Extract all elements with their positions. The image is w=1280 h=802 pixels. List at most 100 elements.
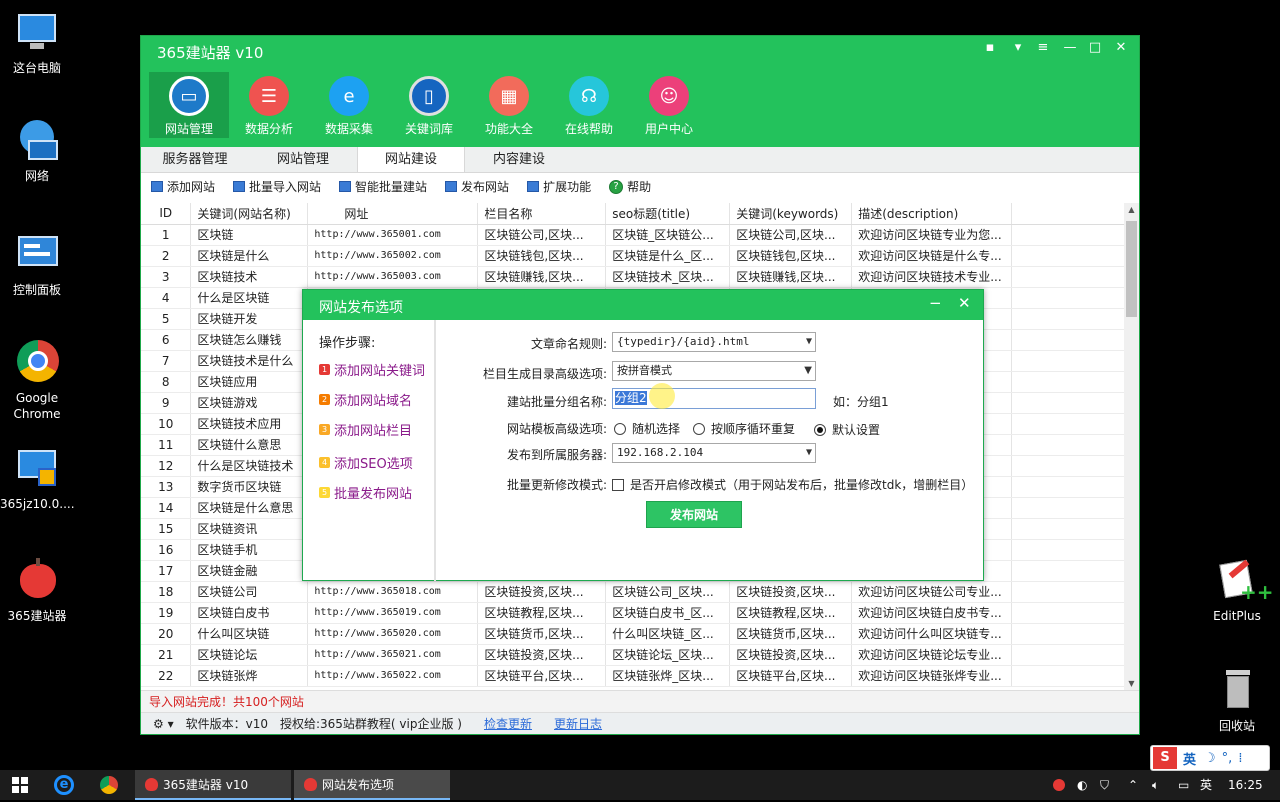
cell-id: 3 (141, 266, 192, 288)
dialog-close-icon[interactable]: ✕ (958, 294, 971, 312)
table-row[interactable]: 20 什么叫区块链 http://www.365020.com 区块链货币,区块...… (141, 623, 1125, 645)
extensions-button[interactable]: 扩展功能 (527, 178, 591, 195)
cell-keyword: 什么是区块链 (190, 287, 309, 309)
menu-dots-icon: ⁞ (1238, 750, 1243, 766)
col-seo-title[interactable]: seo标题(title) (605, 203, 731, 225)
ime-bar[interactable]: S 英 ☽ °, ⁞ (1150, 745, 1270, 771)
nav-online-help[interactable]: ☊ 在线帮助 (549, 72, 629, 138)
table-row[interactable]: 2 区块链是什么 http://www.365002.com 区块链钱包,区块... 区… (141, 245, 1125, 267)
tab-content-building[interactable]: 内容建设 (465, 147, 573, 172)
cell-id: 14 (141, 497, 192, 519)
desktop-icon-chrome[interactable]: Google Chrome (0, 340, 74, 422)
scroll-up-icon[interactable]: ▲ (1124, 205, 1139, 214)
shield-icon[interactable]: ⛉ (1100, 770, 1109, 800)
dialog-minimize-icon[interactable]: − (929, 294, 942, 312)
tab-site-building[interactable]: 网站建设 (357, 147, 465, 172)
step-number-badge: 2 (319, 394, 330, 405)
help-button[interactable]: ? 帮助 (609, 178, 651, 195)
vertical-scrollbar[interactable]: ▲ ▼ (1124, 203, 1139, 690)
nav-user-center[interactable]: ☺ 用户中心 (629, 72, 709, 138)
update-log-link[interactable]: 更新日志 (554, 713, 602, 734)
table-row[interactable]: 18 区块链公司 http://www.365018.com 区块链投资,区块... 区… (141, 581, 1125, 603)
book-icon: ▯ (409, 76, 449, 116)
ie-icon[interactable]: e (54, 775, 74, 795)
tab-server-management[interactable]: 服务器管理 (141, 147, 249, 172)
ime-indicator[interactable]: 英 (1200, 770, 1212, 800)
publish-site-button[interactable]: 发布网站 (445, 178, 509, 195)
close-icon[interactable]: ✕ (1112, 40, 1130, 55)
radio-sequential[interactable]: 按顺序循环重复 (693, 420, 795, 437)
step-1[interactable]: 1 添加网站关键词 (319, 360, 425, 379)
step-4[interactable]: 4 添加SEO选项 (319, 453, 413, 472)
radio-random[interactable]: 随机选择 (614, 420, 680, 437)
check-update-link[interactable]: 检查更新 (484, 713, 532, 734)
radio-default[interactable]: 默认设置 (814, 421, 880, 438)
nav-data-collection[interactable]: e 数据采集 (309, 72, 389, 138)
col-url[interactable]: 网址 (307, 203, 479, 225)
step-5[interactable]: 5 批量发布网站 (319, 483, 412, 502)
col-description[interactable]: 描述(description) (851, 203, 1013, 225)
desktop-icon-network[interactable]: 网络 (0, 118, 74, 184)
table-row[interactable]: 21 区块链论坛 http://www.365021.com 区块链投资,区块... 区… (141, 644, 1125, 666)
cell-id: 20 (141, 623, 192, 645)
add-site-button[interactable]: 添加网站 (151, 178, 215, 195)
cell-keyword: 区块链张烨 (190, 665, 309, 687)
cell-id: 9 (141, 392, 192, 414)
skin-icon[interactable]: ▾ (1009, 40, 1027, 55)
table-row[interactable]: 1 区块链 http://www.365001.com 区块链公司,区块... 区块链_… (141, 224, 1125, 246)
task-main-app[interactable]: 365建站器 v10 (135, 770, 291, 800)
desktop-icon-label: 控制面板 (12, 283, 61, 297)
server-select[interactable]: 192.168.2.104 ▼ (612, 443, 816, 463)
desktop-icon-installer[interactable]: 365jz10.0.... (0, 446, 75, 512)
task-publish-dialog[interactable]: 网站发布选项 (294, 770, 450, 800)
menu-icon[interactable]: ≡ (1034, 40, 1052, 55)
tray-icon-1[interactable]: ◐ (1077, 770, 1087, 800)
nav-data-analysis[interactable]: ☰ 数据分析 (229, 72, 309, 138)
table-row[interactable]: 3 区块链技术 http://www.365003.com 区块链赚钱,区块... 区块… (141, 266, 1125, 288)
cell-keywords: 区块链公司,区块... (729, 224, 853, 246)
dir-option-select[interactable]: 按拼音模式 ▼ (612, 361, 816, 381)
nav-keyword-library[interactable]: ▯ 关键词库 (389, 72, 469, 138)
naming-rule-select[interactable]: {typedir}/{aid}.html ▼ (612, 332, 816, 352)
nav-site-management[interactable]: ▭ 网站管理 (149, 72, 229, 138)
scroll-thumb[interactable] (1126, 221, 1137, 317)
step-3[interactable]: 3 添加网站栏目 (319, 420, 412, 439)
col-keywords[interactable]: 关键词(keywords) (729, 203, 853, 225)
publish-button[interactable]: 发布网站 (646, 501, 742, 528)
steps-title: 操作步骤: (319, 336, 376, 351)
desktop-icon-this-pc[interactable]: 这台电脑 (0, 10, 74, 76)
desktop-icon-recycle-bin[interactable]: 回收站 (1200, 668, 1274, 734)
nav-label: 数据分析 (244, 122, 293, 136)
scroll-down-icon[interactable]: ▼ (1124, 679, 1139, 688)
settings-icon[interactable]: ⚙ ▾ (153, 713, 174, 734)
step-2[interactable]: 2 添加网站域名 (319, 390, 412, 409)
cell-description: 欢迎访问区块链白皮书专... (851, 602, 1013, 624)
batch-import-button[interactable]: 批量导入网站 (233, 178, 321, 195)
apple-tray-icon[interactable] (1053, 770, 1065, 800)
table-row[interactable]: 22 区块链张烨 http://www.365022.com 区块链平台,区块... 区… (141, 665, 1125, 687)
smart-batch-build-button[interactable]: 智能批量建站 (339, 178, 427, 195)
cell-keyword: 区块链手机 (190, 539, 309, 561)
chrome-taskbar-icon[interactable] (100, 776, 118, 794)
desktop-icon-365[interactable]: 365建站器 (0, 558, 74, 624)
cell-keyword: 区块链 (190, 224, 309, 246)
table-row[interactable]: 19 区块链白皮书 http://www.365019.com 区块链教程,区块...… (141, 602, 1125, 624)
clock[interactable]: 16:25 (1228, 770, 1263, 800)
step-label: 添加网站域名 (334, 394, 413, 409)
volume-icon[interactable]: 🔈︎ (1152, 770, 1159, 800)
group-name-input[interactable]: 分组2 (612, 383, 816, 409)
tab-site-management[interactable]: 网站管理 (249, 147, 357, 172)
col-keyword[interactable]: 关键词(网站名称) (190, 203, 309, 225)
maximize-icon[interactable]: □ (1086, 40, 1104, 55)
chat-icon[interactable]: ▪ (981, 40, 999, 55)
nav-all-features[interactable]: ▦ 功能大全 (469, 72, 549, 138)
col-category[interactable]: 栏目名称 (477, 203, 607, 225)
desktop-icon-control-panel[interactable]: 控制面板 (0, 232, 74, 298)
minimize-icon[interactable]: — (1061, 40, 1079, 55)
network-tray-icon[interactable]: ▭ (1178, 770, 1189, 800)
windows-start-icon[interactable] (12, 777, 28, 793)
update-mode-checkbox[interactable]: 是否开启修改模式（用于网站发布后，批量修改tdk，增删栏目） (612, 476, 973, 493)
col-id[interactable]: ID (141, 203, 192, 225)
chevron-up-icon[interactable]: ⌃ (1128, 770, 1138, 800)
desktop-icon-editplus[interactable]: ++ EditPlus (1200, 558, 1274, 624)
